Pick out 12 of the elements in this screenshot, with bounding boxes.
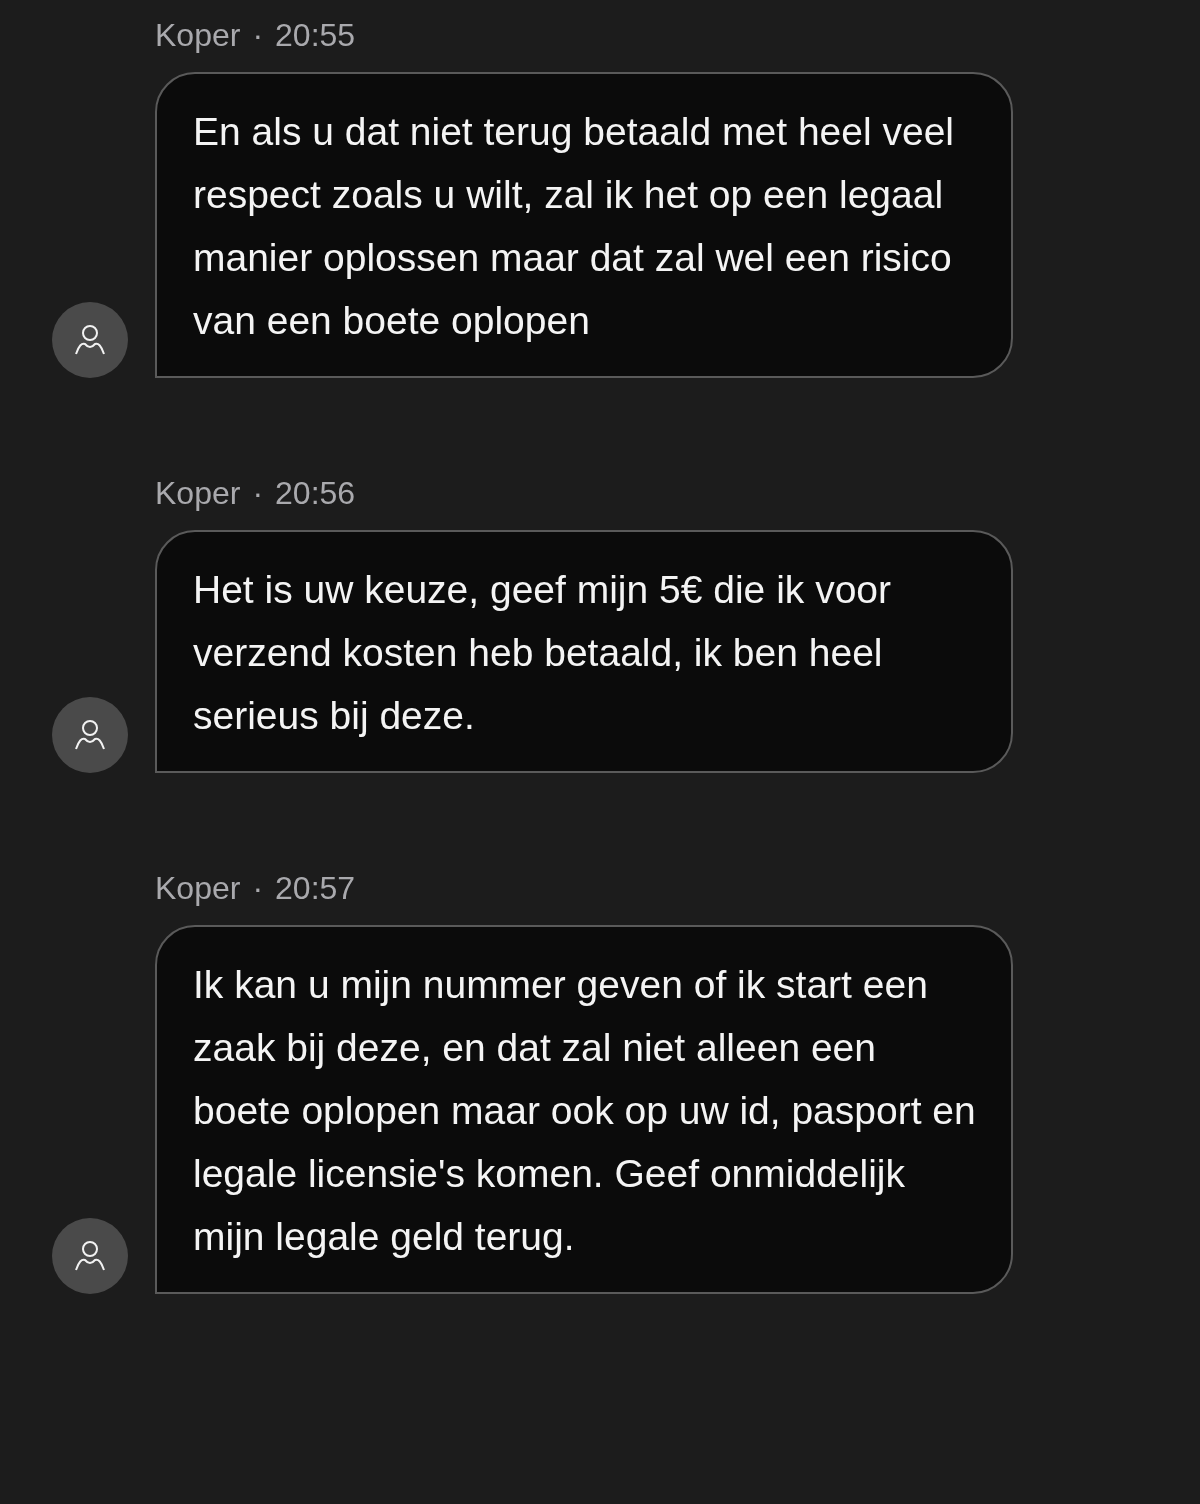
message-time: 20:57 [275, 869, 356, 908]
separator-dot: · [252, 474, 264, 513]
separator-dot: · [252, 869, 264, 908]
message-text: En als u dat niet terug betaald met heel veel respect zoals u wilt, zal ik het op een legaal manier oplossen maar dat zal wel een risico van een boete oplopen [193, 109, 955, 344]
sender-name: Koper [155, 869, 241, 908]
sender-name: Koper [155, 474, 241, 513]
sender-name: Koper [155, 16, 241, 55]
message-text: Ik kan u mijn nummer geven of ik start een zaak bij deze, en dat zal niet alleen een boete oplopen maar ook op uw id, pasport en legale licensie's komen. Geef onmiddelijk mijn legale geld terug. [193, 962, 977, 1260]
message-time: 20:55 [275, 16, 356, 55]
message-text: Het is uw keuze, geef mijn 5€ die ik voor verzend kosten heb betaald, ik ben heel serieus bij deze. [193, 567, 892, 739]
separator-dot: · [252, 16, 264, 55]
message-time: 20:56 [275, 474, 356, 513]
